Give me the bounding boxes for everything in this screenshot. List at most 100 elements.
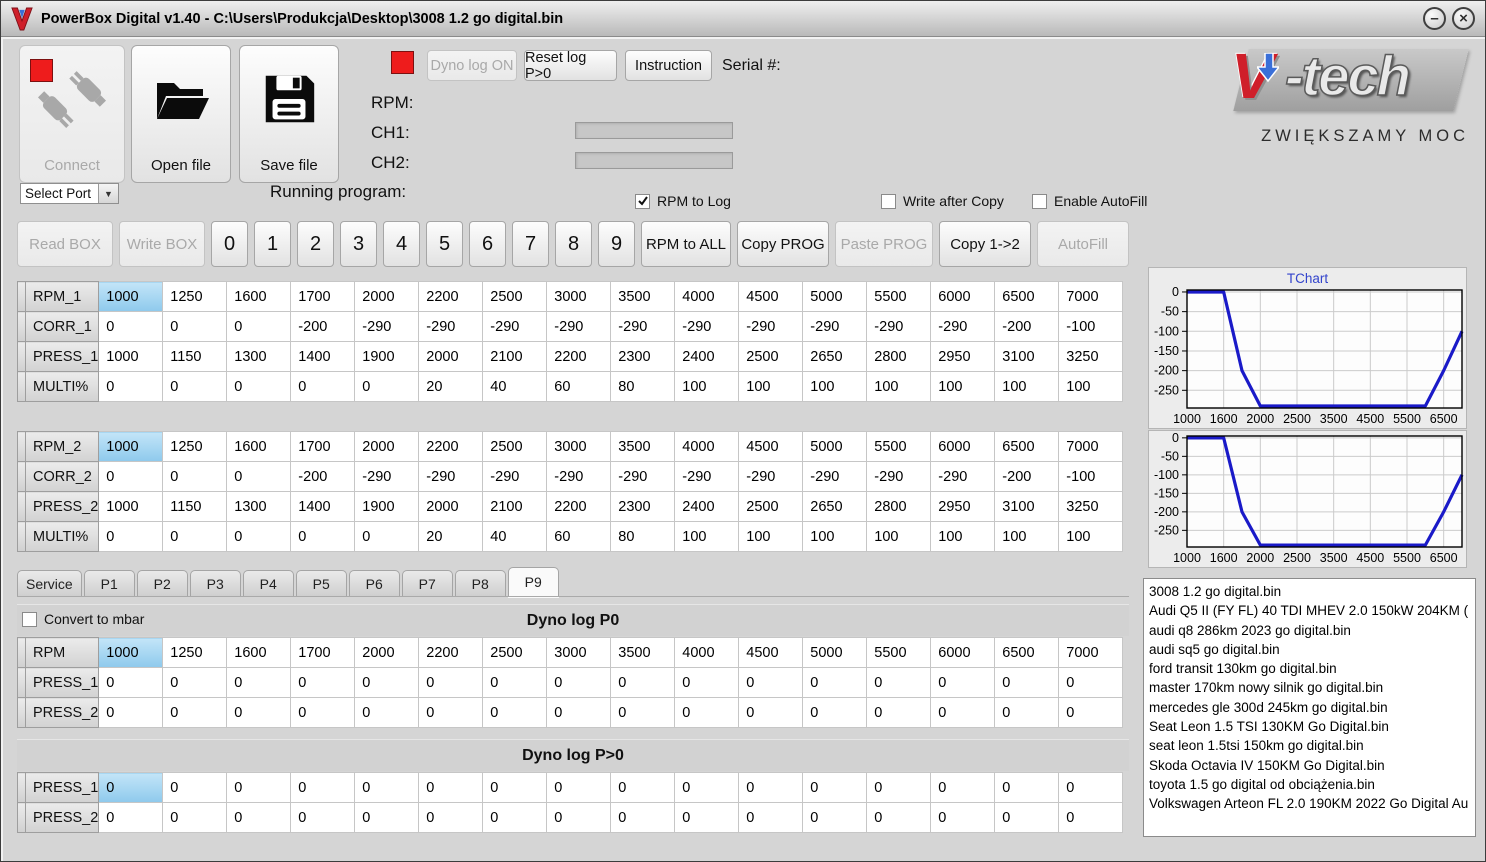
grid-cell[interactable]: 5500	[866, 281, 932, 312]
grid-cell[interactable]: 2500	[482, 637, 548, 668]
grid-cell[interactable]: 3000	[546, 281, 612, 312]
grid-cell[interactable]: 100	[1058, 371, 1124, 402]
grid-cell[interactable]: 0	[866, 667, 932, 698]
grid-cell[interactable]: -290	[354, 311, 420, 342]
grid-cell[interactable]: -290	[738, 311, 804, 342]
grid-cell[interactable]: -290	[418, 461, 484, 492]
grid-cell[interactable]: 0	[162, 697, 228, 728]
grid-cell[interactable]: -200	[994, 311, 1060, 342]
grid-cell[interactable]: 100	[994, 371, 1060, 402]
grid-cell[interactable]: 0	[98, 311, 164, 342]
grid-cell[interactable]: 100	[802, 371, 868, 402]
file-list[interactable]: 3008 1.2 go digital.bin Audi Q5 II (FY FL…	[1143, 578, 1476, 837]
grid-cell[interactable]: 0	[418, 772, 484, 803]
grid-cell[interactable]: 0	[162, 772, 228, 803]
grid-cell[interactable]: -290	[610, 311, 676, 342]
reset-log-button[interactable]: Reset log P>0	[524, 50, 617, 82]
grid-cell[interactable]: 0	[354, 371, 420, 402]
file-list-item[interactable]: toyota 1.5 go digital od obciążenia.bin	[1149, 775, 1475, 794]
grid-cell[interactable]: -290	[674, 461, 740, 492]
grid-cell[interactable]: 1150	[162, 491, 228, 522]
grid-cell[interactable]: 6000	[930, 431, 996, 462]
grid-cell[interactable]: -200	[290, 461, 356, 492]
rpm-to-log-checkbox[interactable]: RPM to Log	[635, 193, 731, 209]
grid-cell[interactable]: 6500	[994, 637, 1060, 668]
grid-cell[interactable]: 40	[482, 521, 548, 552]
grid-cell[interactable]: 0	[162, 802, 228, 833]
grid-cell[interactable]: 1000	[98, 431, 164, 462]
grid-cell[interactable]: 3000	[546, 431, 612, 462]
grid-cell[interactable]: 6500	[994, 431, 1060, 462]
grid-cell[interactable]: 6500	[994, 281, 1060, 312]
grid-cell[interactable]: 0	[546, 772, 612, 803]
grid-cell[interactable]: 100	[738, 521, 804, 552]
connect-button[interactable]: Connect	[19, 45, 125, 183]
grid-cell[interactable]: 0	[290, 667, 356, 698]
grid-cell[interactable]: 2000	[354, 637, 420, 668]
grid-cell[interactable]: -100	[1058, 461, 1124, 492]
grid-cell[interactable]: 0	[1058, 772, 1124, 803]
grid-cell[interactable]: -290	[546, 311, 612, 342]
grid-cell[interactable]: 2500	[482, 281, 548, 312]
file-list-item[interactable]: seat leon 1.5tsi 150km go digital.bin	[1149, 736, 1475, 755]
grid-cell[interactable]: 2000	[354, 431, 420, 462]
grid-cell[interactable]: 1400	[290, 491, 356, 522]
grid-cell[interactable]: 2200	[418, 637, 484, 668]
grid-cell[interactable]: 2000	[354, 281, 420, 312]
grid-cell[interactable]: 1250	[162, 281, 228, 312]
grid-cell[interactable]: -290	[418, 311, 484, 342]
grid-cell[interactable]: 3100	[994, 491, 1060, 522]
tab-service[interactable]: Service	[17, 570, 82, 596]
grid-cell[interactable]: 2100	[482, 491, 548, 522]
digit-button-2[interactable]: 2	[297, 221, 334, 267]
grid-cell[interactable]: 6000	[930, 637, 996, 668]
grid-cell[interactable]: 0	[226, 461, 292, 492]
grid-cell[interactable]: -290	[546, 461, 612, 492]
grid-cell[interactable]: 1600	[226, 281, 292, 312]
file-list-item[interactable]: 3008 1.2 go digital.bin	[1149, 582, 1475, 601]
file-list-item[interactable]: Volkswagen Arteon FL 2.0 190KM 2022 Go D…	[1149, 794, 1475, 813]
grid-cell[interactable]: 80	[610, 371, 676, 402]
grid-cell[interactable]: 0	[482, 667, 548, 698]
digit-button-9[interactable]: 9	[598, 221, 635, 267]
grid-cell[interactable]: 100	[738, 371, 804, 402]
tab-p2[interactable]: P2	[136, 570, 188, 596]
grid-cell[interactable]: 0	[866, 772, 932, 803]
tab-p7[interactable]: P7	[401, 570, 453, 596]
tab-p3[interactable]: P3	[189, 570, 241, 596]
grid-cell[interactable]: -290	[482, 461, 548, 492]
grid-cell[interactable]: 0	[610, 802, 676, 833]
grid-cell[interactable]: 1000	[98, 341, 164, 372]
grid-cell[interactable]: 5000	[802, 281, 868, 312]
grid-cell[interactable]: 3500	[610, 637, 676, 668]
write-box-button[interactable]: Write BOX	[119, 221, 205, 267]
digit-button-0[interactable]: 0	[211, 221, 248, 267]
grid-cell[interactable]: 0	[290, 772, 356, 803]
grid-cell[interactable]: 2500	[482, 431, 548, 462]
grid-cell[interactable]: 0	[418, 802, 484, 833]
tab-p4[interactable]: P4	[242, 570, 294, 596]
grid-cell[interactable]: 1250	[162, 637, 228, 668]
grid-cell[interactable]: 100	[674, 521, 740, 552]
digit-button-1[interactable]: 1	[254, 221, 291, 267]
grid-cell[interactable]: 3100	[994, 341, 1060, 372]
digit-button-6[interactable]: 6	[469, 221, 506, 267]
grid-cell[interactable]: 7000	[1058, 637, 1124, 668]
grid-cell[interactable]: 0	[674, 667, 740, 698]
grid-cell[interactable]: 0	[994, 697, 1060, 728]
grid-cell[interactable]: 0	[994, 802, 1060, 833]
file-list-item[interactable]: mercedes gle 300d 245km go digital.bin	[1149, 698, 1475, 717]
tab-p8[interactable]: P8	[454, 570, 506, 596]
grid-cell[interactable]: 0	[994, 772, 1060, 803]
grid-cell[interactable]: 0	[738, 772, 804, 803]
grid-cell[interactable]: 1900	[354, 491, 420, 522]
grid-cell[interactable]: 2300	[610, 341, 676, 372]
grid-cell[interactable]: 0	[738, 667, 804, 698]
grid-cell[interactable]: 4500	[738, 431, 804, 462]
digit-button-8[interactable]: 8	[555, 221, 592, 267]
grid-cell[interactable]: 2650	[802, 341, 868, 372]
grid-cell[interactable]: -290	[802, 311, 868, 342]
grid-cell[interactable]: 0	[98, 772, 164, 803]
grid-cell[interactable]: 0	[98, 802, 164, 833]
grid-cell[interactable]: 2400	[674, 341, 740, 372]
